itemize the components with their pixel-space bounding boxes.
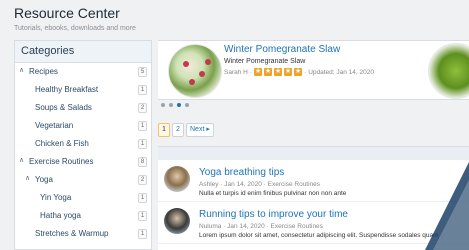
category-label[interactable]: Hatha yoga [40, 211, 81, 220]
category-list: ∧ Recipes 5 Healthy Breakfast 1 Soups & … [15, 63, 151, 243]
carousel-dot[interactable] [169, 103, 173, 107]
category-count: 1 [138, 193, 147, 203]
category-label[interactable]: Chicken & Fish [35, 139, 89, 148]
featured-author: Sarah H [224, 68, 248, 76]
category-recipes[interactable]: ∧ Recipes 5 [15, 63, 151, 81]
category-yoga[interactable]: ∧ Yoga 2 [15, 171, 151, 189]
avatar[interactable] [164, 166, 190, 192]
article-meta: Nuluma · Jan 14, 2020 · Exercise Routine… [199, 223, 323, 230]
meta-separator: · [249, 68, 253, 76]
featured-carousel[interactable]: Winter Pomegranate Slaw Winter Pomegrana… [158, 40, 469, 100]
category-yin-yoga[interactable]: Yin Yoga 1 [15, 189, 151, 207]
category-stretches-warmup[interactable]: Stretches & Warmup 1 [15, 225, 151, 243]
page-header: Resource Center Tutorials, ebooks, downl… [0, 0, 469, 40]
featured-subtitle: Winter Pomegranate Slaw [224, 58, 306, 65]
article-snippet: Nulla et turpis id enim finibus pulvinar… [199, 190, 347, 197]
category-label[interactable]: Stretches & Warmup [35, 229, 109, 238]
meta-separator: · [304, 68, 307, 76]
categories-sidebar: Categories ∧ Recipes 5 Healthy Breakfast… [14, 40, 152, 250]
list-header-bar [158, 146, 469, 160]
category-label[interactable]: Recipes [29, 67, 58, 76]
featured-title[interactable]: Winter Pomegranate Slaw [224, 44, 340, 55]
category-count: 2 [138, 103, 147, 113]
category-count: 8 [138, 157, 147, 167]
category-label[interactable]: Exercise Routines [29, 157, 93, 166]
carousel-dot-active[interactable] [177, 103, 181, 107]
category-count: 1 [138, 229, 147, 239]
star-icon: ★ [254, 68, 263, 76]
list-item[interactable]: Yoga breathing tips Ashley · Jan 14, 202… [158, 160, 469, 202]
chevron-up-icon[interactable]: ∧ [19, 67, 27, 75]
article-snippet: Lorem ipsum dolor sit amet, consectetur … [199, 232, 439, 239]
category-label[interactable]: Yin Yoga [40, 193, 71, 202]
category-vegetarian[interactable]: Vegetarian 1 [15, 117, 151, 135]
page-button-1[interactable]: 1 [158, 123, 170, 137]
article-title[interactable]: Running tips to improve your time [199, 209, 348, 220]
star-icon: ★ [264, 68, 273, 76]
carousel-dot[interactable] [161, 103, 165, 107]
page-subtitle: Tutorials, ebooks, downloads and more [14, 25, 136, 32]
category-count: 1 [138, 211, 147, 221]
chevron-up-icon[interactable]: ∧ [19, 157, 27, 165]
avatar[interactable] [164, 208, 190, 234]
pagination: 1 2 Next ▸ [158, 123, 214, 137]
carousel-dot[interactable] [185, 103, 189, 107]
category-hatha-yoga[interactable]: Hatha yoga 1 [15, 207, 151, 225]
featured-meta: Sarah H · ★ ★ ★ ★ ★ · Updated: Jan 14, 2… [224, 68, 374, 76]
star-icon: ★ [294, 68, 303, 76]
carousel-dots [158, 101, 218, 109]
category-label[interactable]: Yoga [35, 175, 53, 184]
category-count: 2 [138, 175, 147, 185]
list-item[interactable]: Running tips to improve your time Nuluma… [158, 202, 469, 244]
next-slide-thumbnail[interactable] [428, 43, 469, 99]
star-icon: ★ [274, 68, 283, 76]
category-label[interactable]: Soups & Salads [35, 103, 92, 112]
page-button-2[interactable]: 2 [172, 123, 184, 137]
article-title[interactable]: Yoga breathing tips [199, 167, 284, 178]
article-list: Yoga breathing tips Ashley · Jan 14, 202… [158, 160, 469, 250]
category-label[interactable]: Healthy Breakfast [35, 85, 98, 94]
category-soups-salads[interactable]: Soups & Salads 2 [15, 99, 151, 117]
chevron-up-icon[interactable]: ∧ [25, 175, 33, 183]
category-count: 1 [138, 139, 147, 149]
categories-heading: Categories [15, 41, 151, 63]
category-healthy-breakfast[interactable]: Healthy Breakfast 1 [15, 81, 151, 99]
category-count: 1 [138, 85, 147, 95]
page-title: Resource Center [14, 5, 120, 21]
category-chicken-fish[interactable]: Chicken & Fish 1 [15, 135, 151, 153]
featured-updated: Updated: Jan 14, 2020 [308, 68, 374, 76]
category-count: 5 [138, 67, 147, 77]
corner-stamp [425, 162, 469, 250]
next-page-button[interactable]: Next ▸ [186, 123, 214, 137]
category-count: 1 [138, 121, 147, 131]
star-icon: ★ [284, 68, 293, 76]
article-meta: Ashley · Jan 14, 2020 · Exercise Routine… [199, 181, 321, 188]
featured-thumbnail[interactable] [168, 44, 222, 98]
category-label[interactable]: Vegetarian [35, 121, 73, 130]
category-exercise-routines[interactable]: ∧ Exercise Routines 8 [15, 153, 151, 171]
